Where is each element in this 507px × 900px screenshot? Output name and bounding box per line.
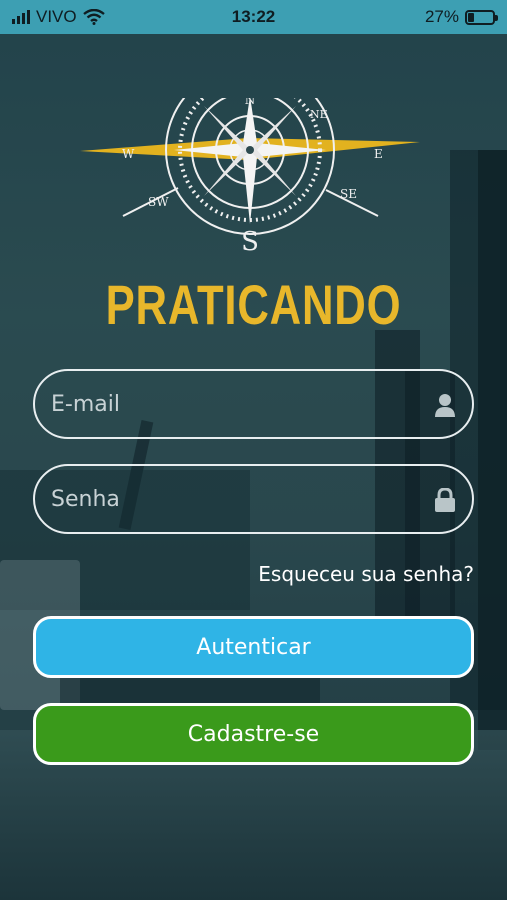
logo-letter-s: S [241,227,259,257]
logo-letter-w: W [122,147,135,161]
lock-icon [435,488,455,512]
email-input[interactable] [35,391,395,417]
signup-button[interactable]: Cadastre-se [33,703,474,765]
battery-icon [465,9,498,25]
forgot-password-link[interactable]: Esqueceu sua senha? [258,562,474,586]
status-bar: VIVO 13:22 27% [0,0,507,34]
battery-percent: 27% [424,7,459,26]
user-icon [435,394,455,417]
email-field[interactable] [33,369,474,439]
logo-letter-se: SE [340,187,357,201]
logo-letter-e: E [374,147,383,161]
logo-letter-sw: SW [148,195,169,209]
password-input[interactable] [35,486,395,512]
app-title: PRATICANDO [105,273,402,336]
authenticate-button[interactable]: Autenticar [33,616,474,678]
logo-letter-n: N [245,98,256,107]
logo-letter-ne: NE [310,108,328,121]
compass-rose-logo: N W E SW SE NE S [80,98,420,257]
password-field[interactable] [33,464,474,534]
